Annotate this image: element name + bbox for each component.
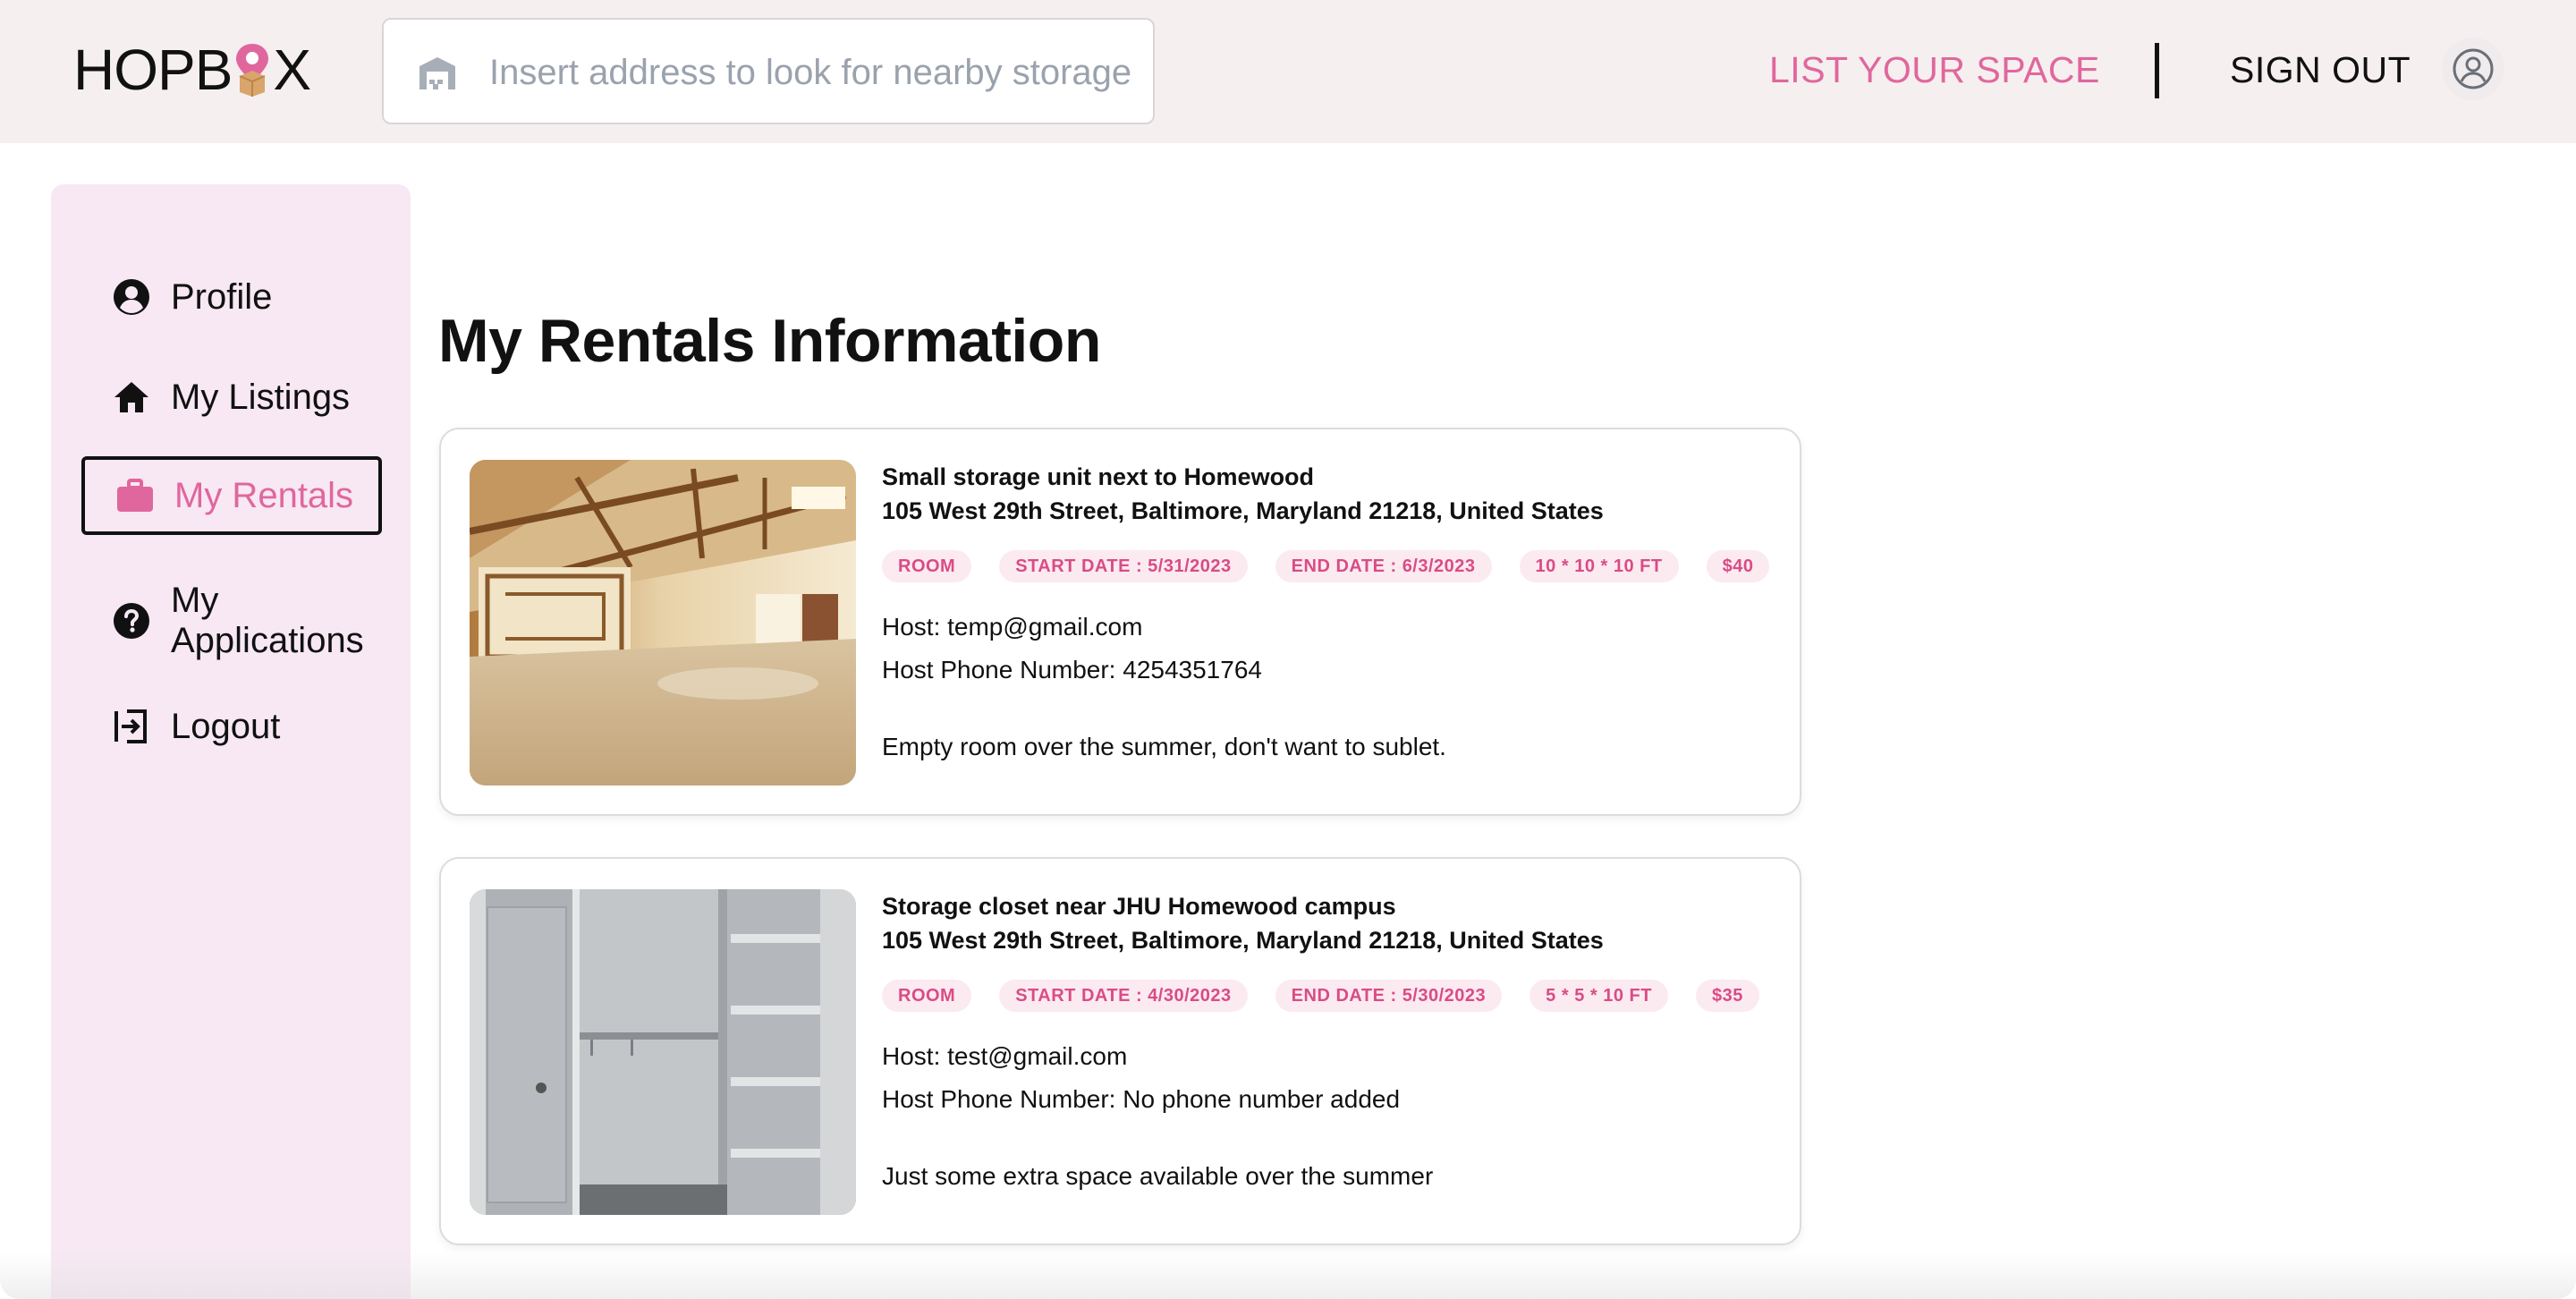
warehouse-icon xyxy=(419,57,455,89)
price-tag: $40 xyxy=(1706,550,1770,582)
logout-icon xyxy=(112,707,151,746)
host-phone: Host Phone Number: 4254351764 xyxy=(882,656,1262,683)
rental-photo-closet xyxy=(470,889,856,1215)
sidebar-item-profile[interactable]: Profile xyxy=(81,263,382,331)
dimensions-tag: 10 * 10 * 10 FT xyxy=(1519,550,1679,582)
sidebar-item-my-applications[interactable]: My Applications xyxy=(81,574,382,667)
hopbox-logo[interactable]: HOPB X xyxy=(73,38,311,102)
location-pin-box-icon xyxy=(236,44,269,97)
rental-title: Small storage unit next to Homewood xyxy=(882,463,1315,490)
host-email: Host: test@gmail.com xyxy=(882,1042,1128,1070)
rental-address: 105 West 29th Street, Baltimore, Marylan… xyxy=(882,927,1604,954)
host-phone: Host Phone Number: No phone number added xyxy=(882,1085,1401,1113)
rental-photo-attic-room xyxy=(470,460,856,785)
dimensions-tag: 5 * 5 * 10 FT xyxy=(1530,980,1668,1012)
address-search-box[interactable] xyxy=(382,18,1155,124)
sign-out-link[interactable]: SIGN OUT xyxy=(2230,49,2411,91)
type-tag: ROOM xyxy=(882,980,972,1012)
sidebar-item-label: Profile xyxy=(171,276,273,317)
address-search-input[interactable] xyxy=(489,47,1133,98)
rental-title: Storage closet near JHU Homewood campus xyxy=(882,893,1396,920)
sidebar-item-label: Logout xyxy=(171,706,281,746)
price-tag: $35 xyxy=(1695,980,1759,1012)
sidebar-item-label: My Rentals xyxy=(174,475,354,515)
briefcase-icon xyxy=(115,476,155,515)
rental-details: Storage closet near JHU Homewood campus … xyxy=(882,889,1776,1198)
user-circle-icon xyxy=(2453,48,2494,89)
rental-description: Empty room over the summer, don't want t… xyxy=(882,733,1446,760)
start-date-tag: START DATE : 5/31/2023 xyxy=(999,550,1248,582)
end-date-tag: END DATE : 5/30/2023 xyxy=(1275,980,1503,1012)
rental-tags: ROOM START DATE : 4/30/2023 END DATE : 5… xyxy=(882,980,1776,1014)
sidebar-item-logout[interactable]: Logout xyxy=(81,692,382,760)
account-circle-icon xyxy=(112,277,151,317)
sidebar-item-label: My Applications xyxy=(171,581,364,660)
rental-card[interactable]: Small storage unit next to Homewood 105 … xyxy=(439,428,1801,816)
help-circle-icon xyxy=(112,601,151,641)
header-divider xyxy=(2155,43,2159,98)
host-email: Host: temp@gmail.com xyxy=(882,613,1143,641)
sidebar-item-my-rentals[interactable]: My Rentals xyxy=(81,456,382,535)
rental-card[interactable]: Storage closet near JHU Homewood campus … xyxy=(439,857,1801,1245)
rental-description: Just some extra space available over the… xyxy=(882,1162,1434,1190)
rental-tags: ROOM START DATE : 5/31/2023 END DATE : 6… xyxy=(882,550,1776,584)
window-bottom-shadow xyxy=(0,1252,2576,1299)
start-date-tag: START DATE : 4/30/2023 xyxy=(999,980,1248,1012)
user-avatar-button[interactable] xyxy=(2442,38,2504,100)
app-window: HOPB X LIST YOUR SPACE SIGN OUT xyxy=(0,0,2576,1299)
sidebar: Profile My Listings My Rentals My Applic… xyxy=(51,184,411,1299)
page-title: My Rentals Information xyxy=(438,307,1101,375)
rental-details: Small storage unit next to Homewood 105 … xyxy=(882,460,1776,768)
logo-text-right: X xyxy=(273,38,311,102)
list-your-space-link[interactable]: LIST YOUR SPACE xyxy=(1769,49,2100,91)
sidebar-item-my-listings[interactable]: My Listings xyxy=(81,363,382,431)
end-date-tag: END DATE : 6/3/2023 xyxy=(1275,550,1492,582)
logo-text-left: HOPB xyxy=(73,38,233,102)
top-header: HOPB X LIST YOUR SPACE SIGN OUT xyxy=(0,0,2576,143)
type-tag: ROOM xyxy=(882,550,972,582)
sidebar-item-label: My Listings xyxy=(171,377,351,417)
rental-address: 105 West 29th Street, Baltimore, Marylan… xyxy=(882,497,1604,524)
home-icon xyxy=(112,378,151,417)
